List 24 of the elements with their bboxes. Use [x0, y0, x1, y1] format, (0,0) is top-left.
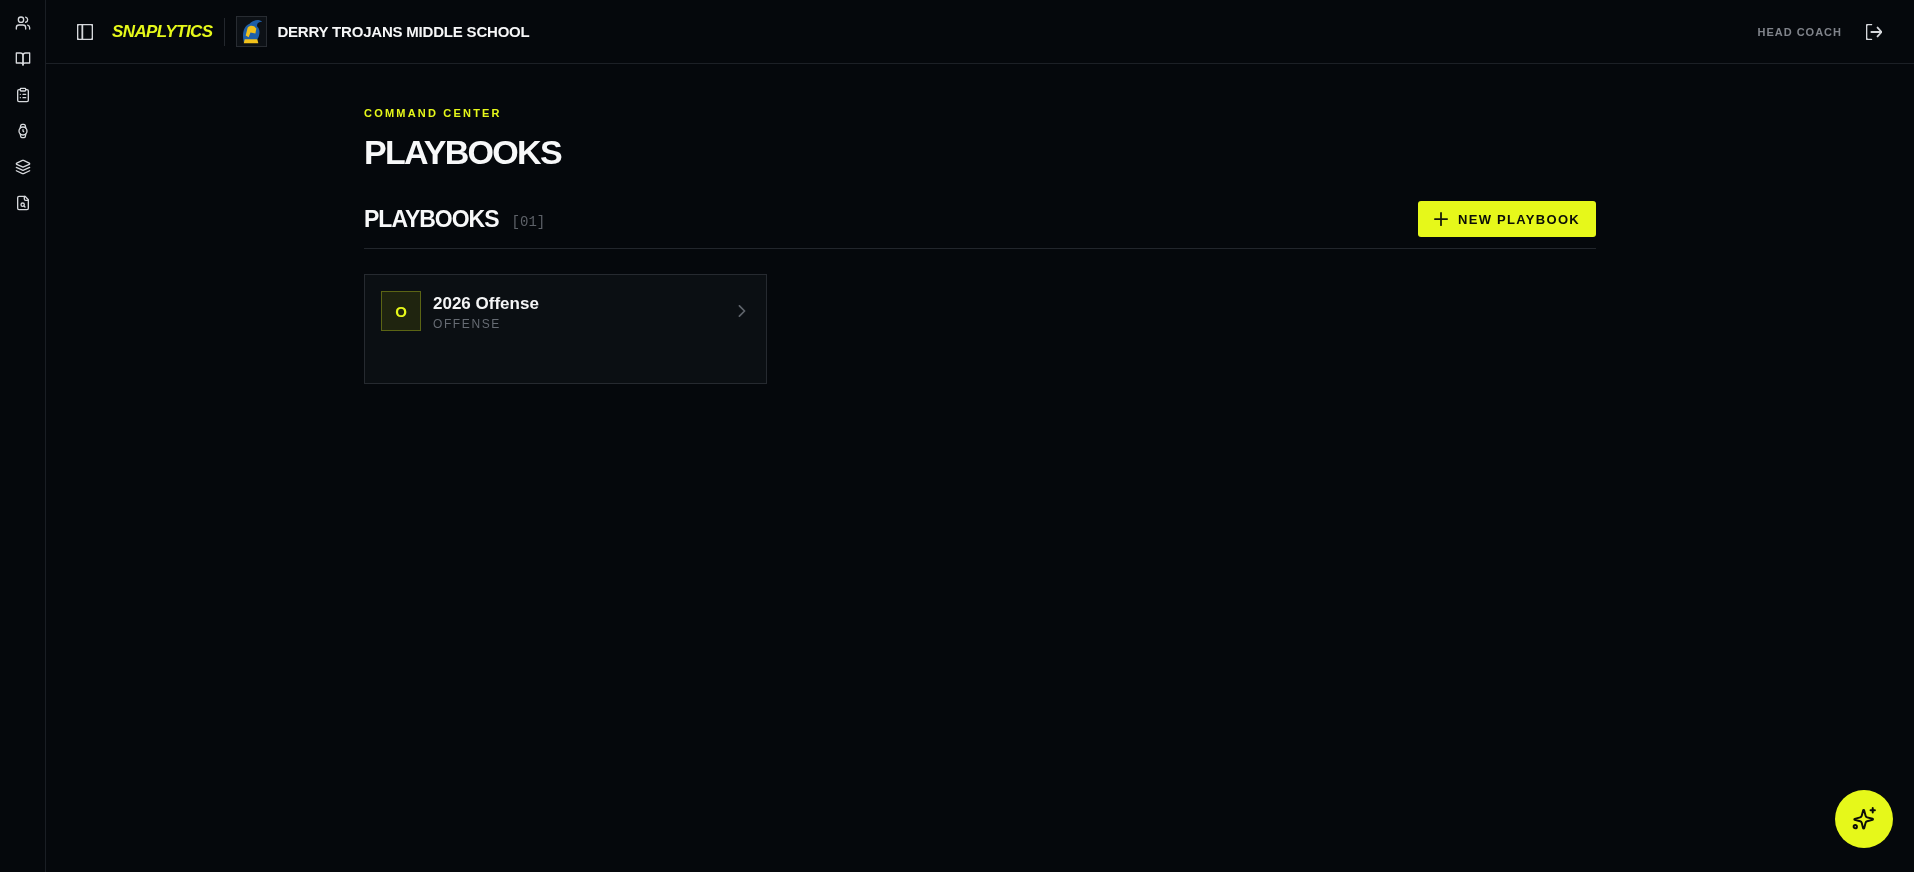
plus-icon	[1433, 212, 1448, 226]
user-role: HEAD COACH	[1757, 25, 1842, 38]
sparkle-icon	[1852, 807, 1876, 831]
playbook-type: OFFENSE	[433, 316, 501, 332]
school-name: DERRY TROJANS MIDDLE SCHOOL	[277, 23, 530, 40]
page-title: PLAYBOOKS	[364, 132, 561, 172]
book-icon[interactable]	[14, 51, 31, 67]
users-icon[interactable]	[14, 15, 31, 31]
layers-icon[interactable]	[14, 159, 31, 175]
brand-logo-text: SNAPLYTICS	[112, 21, 213, 42]
assistant-button[interactable]	[1835, 790, 1893, 848]
logout-icon[interactable]	[1866, 23, 1882, 40]
playbook-count: [01]	[511, 214, 546, 230]
chevron-right-icon	[736, 305, 748, 317]
clipboard-list-icon[interactable]	[14, 87, 31, 103]
playbook-name: 2026 Offense	[433, 294, 539, 314]
playbook-card[interactable]: O 2026 Offense OFFENSE	[364, 274, 767, 384]
sidebar-toggle-icon[interactable]	[77, 23, 93, 40]
playbook-initial: O	[381, 291, 421, 331]
document-magnifier-icon[interactable]	[14, 195, 31, 211]
section-title: PLAYBOOKS	[364, 205, 499, 233]
new-playbook-button[interactable]: NEW PLAYBOOK	[1417, 201, 1596, 237]
page-eyebrow: COMMAND CENTER	[364, 106, 502, 120]
helmet-logo-icon	[236, 16, 268, 47]
